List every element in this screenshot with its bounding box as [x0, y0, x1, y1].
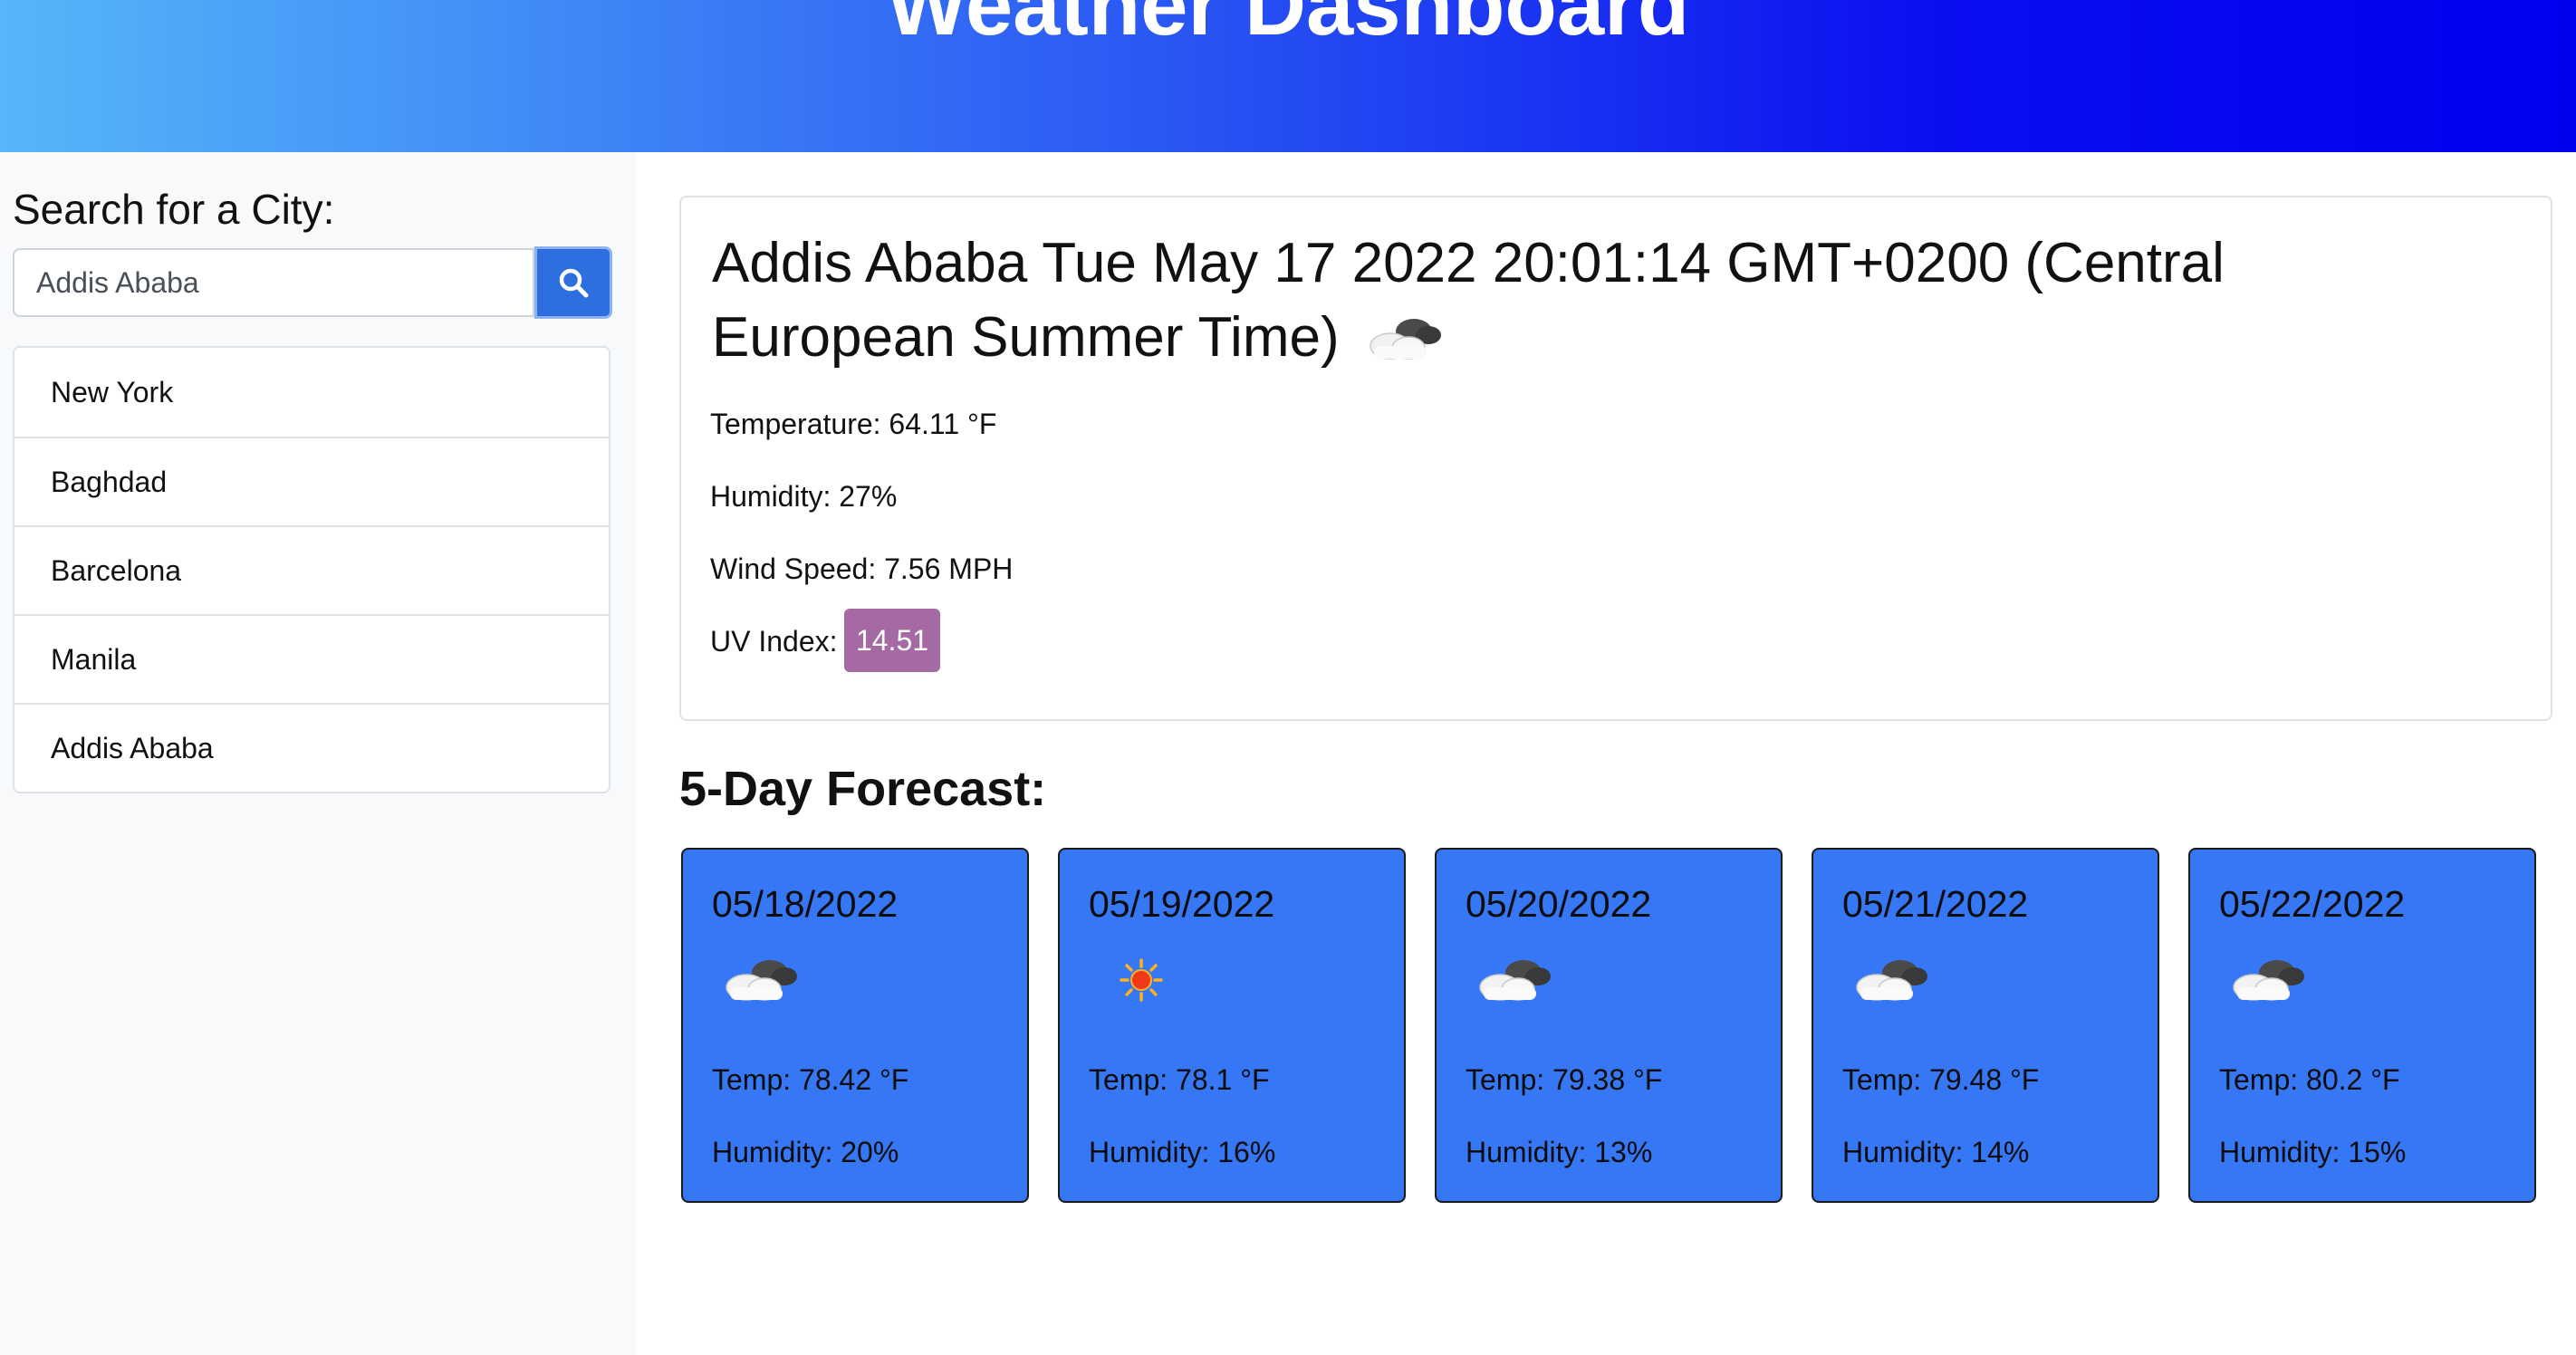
city-item-manila[interactable]: Manila	[14, 614, 609, 703]
uv-index-label: UV Index:	[710, 625, 838, 658]
forecast-date: 05/19/2022	[1089, 883, 1275, 925]
forecast-humidity: Humidity: 15%	[2219, 1136, 2407, 1168]
current-temperature: Temperature: 64.11 °F	[710, 408, 997, 440]
forecast-date: 05/18/2022	[712, 883, 899, 925]
city-item-barcelona[interactable]: Barcelona	[14, 525, 609, 614]
city-history-list: New York Baghdad Barcelona Manila Addis …	[13, 346, 610, 793]
current-weather-title: Addis Ababa Tue May 17 2022 20:01:14 GMT…	[712, 226, 2252, 375]
forecast-date: 05/21/2022	[1842, 883, 2029, 925]
cloudy-icon	[719, 953, 803, 1007]
forecast-humidity: Humidity: 16%	[1089, 1136, 1276, 1168]
forecast-card: 05/22/2022 Temp: 80.2 °F Humidity: 15%	[2188, 848, 2536, 1203]
search-icon	[559, 268, 589, 298]
forecast-temp: Temp: 80.2 °F	[2219, 1063, 2400, 1096]
city-item-baghdad[interactable]: Baghdad	[14, 437, 609, 525]
forecast-humidity: Humidity: 13%	[1466, 1136, 1653, 1168]
page-title: Weather Dashboard	[886, 0, 1690, 53]
forecast-card: 05/18/2022 Temp: 78.42 °F Humidity: 20%	[681, 848, 1029, 1203]
forecast-temp: Temp: 78.42 °F	[712, 1063, 909, 1096]
current-weather-heading: Addis Ababa Tue May 17 2022 20:01:14 GMT…	[712, 232, 2225, 369]
forecast-title: 5-Day Forecast:	[679, 762, 1047, 816]
search-title: Search for a City:	[13, 186, 335, 233]
forecast-humidity: Humidity: 20%	[712, 1136, 899, 1168]
forecast-card: 05/20/2022 Temp: 79.38 °F Humidity: 13%	[1435, 848, 1783, 1203]
forecast-card: 05/19/2022 Temp: 78.1 °F Humidity: 16%	[1058, 848, 1406, 1203]
cloudy-icon	[1473, 953, 1556, 1007]
forecast-temp: Temp: 79.48 °F	[1842, 1063, 2040, 1096]
city-item-addis-ababa[interactable]: Addis Ababa	[14, 703, 609, 792]
current-weather-card: Addis Ababa Tue May 17 2022 20:01:14 GMT…	[679, 196, 2552, 721]
cloudy-icon	[1363, 311, 1447, 365]
forecast-date: 05/22/2022	[2219, 883, 2406, 925]
city-item-new-york[interactable]: New York	[14, 348, 609, 437]
forecast-temp: Temp: 79.38 °F	[1466, 1063, 1663, 1096]
cloudy-icon	[1850, 953, 1933, 1007]
city-search-input[interactable]	[13, 248, 534, 317]
forecast-date: 05/20/2022	[1466, 883, 1652, 925]
uv-index-badge: 14.51	[844, 609, 940, 672]
current-humidity: Humidity: 27%	[710, 480, 898, 513]
search-button[interactable]	[534, 246, 612, 319]
cloudy-icon	[2226, 953, 2310, 1007]
page-header: Weather Dashboard	[0, 0, 2576, 152]
forecast-temp: Temp: 78.1 °F	[1089, 1063, 1270, 1096]
current-wind-speed: Wind Speed: 7.56 MPH	[710, 553, 1014, 585]
forecast-humidity: Humidity: 14%	[1842, 1136, 2030, 1168]
sun-icon	[1096, 953, 1179, 1007]
forecast-card: 05/21/2022 Temp: 79.48 °F Humidity: 14%	[1812, 848, 2159, 1203]
